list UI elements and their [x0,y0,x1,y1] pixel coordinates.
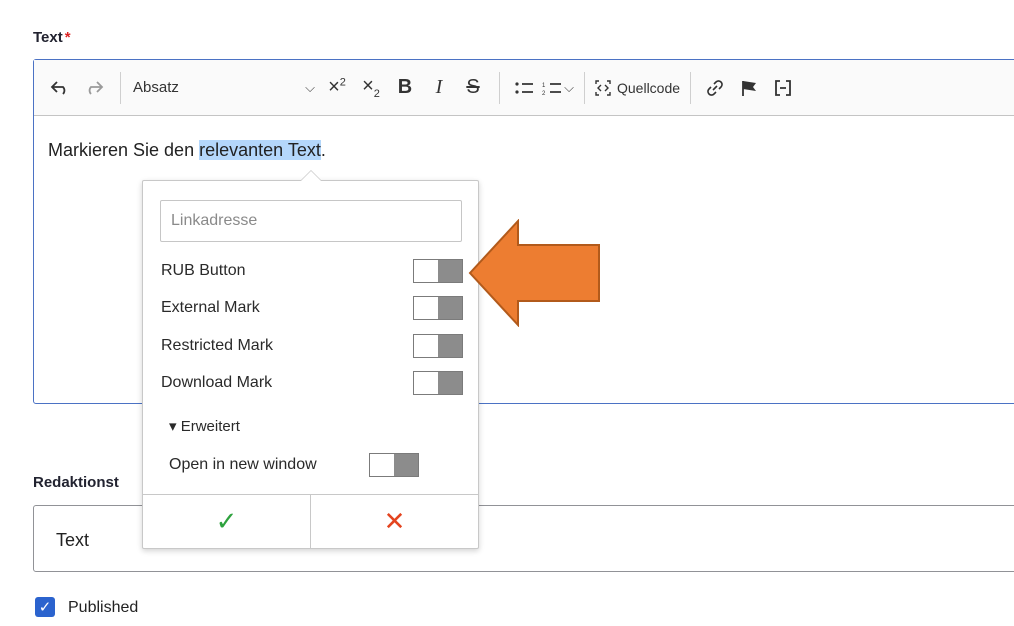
required-mark: * [64,29,71,46]
editor-toolbar: Absatz ⌵ ×2 ×2 B I S 12 ⌵ Quellcode [34,60,1014,116]
flag-button[interactable] [733,71,765,105]
subscript-button[interactable]: ×2 [355,71,387,105]
link-icon [707,79,723,96]
bulleted-list-icon [515,81,533,94]
cancel-link-button[interactable]: ✕ [311,495,478,548]
undo-button[interactable] [44,71,76,105]
strikethrough-button[interactable]: S [457,71,489,105]
option-external-mark: External Mark [161,295,463,321]
toggle-knob [394,454,418,476]
flag-icon [742,80,757,96]
option-restricted-mark: Restricted Mark [161,333,463,359]
toolbar-separator [690,71,692,104]
page-break-button[interactable] [767,71,799,105]
heading-select[interactable]: Absatz ⌵ [129,71,321,105]
balloon-actions: ✓ ✕ [143,494,478,548]
page-break-icon [775,79,791,96]
callout-arrow-shape [468,219,600,327]
bold-button[interactable]: B [389,71,421,105]
heading-select-value: Absatz [133,79,179,96]
subscript-icon: ×2 [362,75,380,100]
numbered-list-icon: 12 [542,83,562,96]
bold-icon: B [397,76,413,98]
open-new-window-toggle[interactable] [369,453,419,477]
editor-content[interactable]: Markieren Sie den relevanten Text. [34,116,1014,161]
numbered-list-button[interactable]: 12 ⌵ [542,71,574,105]
editor-text-end: . [320,140,326,160]
status-field-label: Redaktionst [33,474,119,491]
save-link-button[interactable]: ✓ [143,495,311,548]
published-checkbox[interactable]: ✓ [35,597,55,617]
selected-text: relevanten Text [199,140,321,160]
option-label: External Mark [161,299,260,316]
strikethrough-icon: S [466,76,480,98]
download-mark-toggle[interactable] [413,371,463,395]
toggle-knob [438,372,462,394]
restricted-mark-toggle[interactable] [413,334,463,358]
toolbar-separator [120,71,121,104]
source-code-icon [595,79,611,96]
option-label: Open in new window [169,456,317,473]
published-label: Published [68,599,139,616]
source-code-label: Quellcode [617,79,681,96]
toggle-knob [438,297,462,319]
bulleted-list-button[interactable] [508,71,540,105]
link-address-input[interactable] [160,200,462,242]
svg-text:2: 2 [542,91,546,96]
external-mark-toggle[interactable] [413,296,463,320]
undo-icon [50,80,66,95]
callout-arrow-icon [468,219,600,327]
rub-button-toggle[interactable] [413,259,463,283]
option-download-mark: Download Mark [161,370,463,396]
redo-icon [88,80,104,95]
link-button[interactable] [699,71,731,105]
advanced-toggle[interactable]: ▾ Erweitert [169,417,240,435]
source-code-button[interactable]: Quellcode [593,71,680,105]
chevron-down-icon: ⌵ [564,79,574,95]
check-icon: ✓ [215,506,238,536]
editor-text: Markieren Sie den [48,140,200,160]
close-icon: ✕ [383,506,406,536]
svg-text:1: 1 [542,83,546,89]
italic-icon: I [435,76,443,98]
toolbar-separator [584,71,585,104]
redo-button[interactable] [78,71,110,105]
toggle-knob [438,260,462,282]
option-rub-button: RUB Button [161,258,463,284]
superscript-icon: ×2 [328,76,346,98]
check-icon: ✓ [38,599,52,616]
italic-button[interactable]: I [423,71,455,105]
text-field-label-text: Text [33,29,63,46]
option-open-new-window: Open in new window [169,452,419,478]
chevron-down-icon: ⌵ [305,79,315,95]
link-balloon: RUB Button External Mark Restricted Mark… [142,170,479,549]
toggle-knob [438,335,462,357]
toolbar-separator [499,71,500,104]
status-select-value: Text [56,530,90,550]
option-label: Restricted Mark [161,337,274,354]
option-label: Download Mark [161,374,273,391]
text-field-label: Text * [33,29,71,46]
option-label: RUB Button [161,262,246,279]
superscript-button[interactable]: ×2 [321,71,353,105]
